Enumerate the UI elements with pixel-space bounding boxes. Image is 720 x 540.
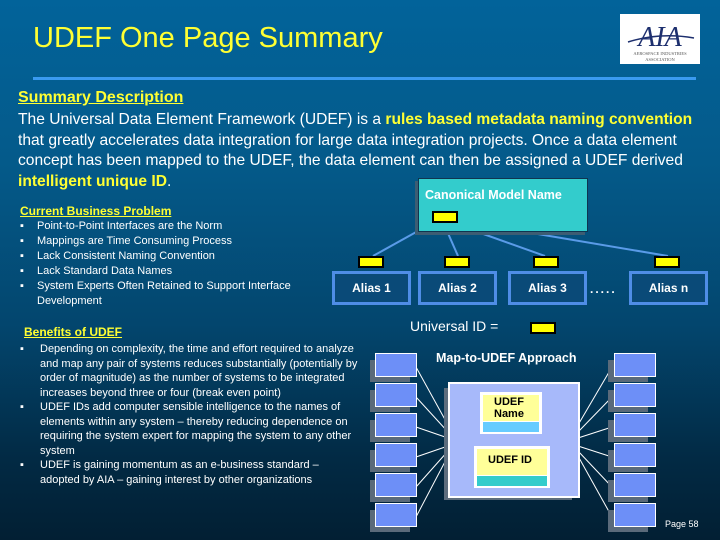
system-box-left [375, 503, 417, 527]
udef-name-label: UDEF Name [494, 396, 524, 420]
system-box-right [614, 503, 656, 527]
page-number: Page 58 [665, 519, 699, 529]
system-box-right [614, 473, 656, 497]
system-box-right [614, 383, 656, 407]
udef-name-bar [483, 422, 539, 432]
system-box-right [614, 413, 656, 437]
system-box-left [375, 473, 417, 497]
system-box-right [614, 443, 656, 467]
udef-id-label: UDEF ID [488, 454, 532, 466]
system-box-left [375, 443, 417, 467]
system-box-left [375, 413, 417, 437]
udef-id-bar [477, 476, 547, 486]
system-box-left [375, 353, 417, 377]
system-box-right [614, 353, 656, 377]
system-box-left [375, 383, 417, 407]
